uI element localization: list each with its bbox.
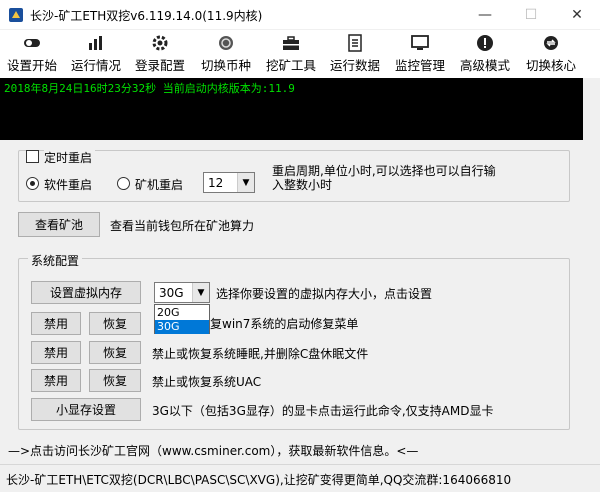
dropdown-option-20g[interactable]: 20G <box>155 306 209 320</box>
sleep-description: 禁止或恢复系统睡眠,并删除C盘休眠文件 <box>152 347 369 361</box>
restart-hours-select[interactable]: 12 ▼ <box>203 172 255 193</box>
toolbar-tools-button[interactable]: 挖矿工具 <box>261 31 321 77</box>
machine-restart-radio[interactable] <box>117 177 130 190</box>
timer-restart-label: 定时重启 <box>44 149 96 166</box>
chevron-down-icon: ▼ <box>192 283 209 302</box>
restart-hours-value: 12 <box>208 176 224 190</box>
restore-sleep-button[interactable]: 恢复 <box>89 341 141 364</box>
toolbar: 设置开始 运行情况 登录配置 切换币种 挖矿工具 运行数据 监控管理 高级模式 … <box>0 31 600 77</box>
disable-uac-button[interactable]: 禁用 <box>31 369 81 392</box>
virtual-memory-select[interactable]: 30G ▼ <box>154 282 210 303</box>
console-line: 2018年8月24日16时23分32秒 当前启动内核版本为:11.9 <box>4 82 295 95</box>
status-bar: 长沙-矿工ETH\ETC双挖(DCR\LBC\PASC\SC\XVG),让挖矿变… <box>0 464 600 492</box>
startup-repair-description: 复win7系统的启动修复菜单 <box>210 317 359 331</box>
maximize-button[interactable]: ☐ <box>508 0 554 30</box>
gear-icon <box>130 34 190 54</box>
restore-startup-repair-button[interactable]: 恢复 <box>89 312 141 335</box>
virtual-memory-dropdown[interactable]: 20G 30G <box>154 304 210 334</box>
main-panel: 定时重启 软件重启 矿机重启 12 ▼ 重启周期,单位小时,可以选择也可以自行输… <box>0 140 600 464</box>
toolbar-coin-button[interactable]: 切换币种 <box>196 31 256 77</box>
software-restart-label: 软件重启 <box>44 178 93 192</box>
minimize-button[interactable]: — <box>462 0 508 30</box>
virtual-memory-value: 30G <box>159 286 184 300</box>
small-vram-button[interactable]: 小显存设置 <box>31 398 141 421</box>
disable-sleep-button[interactable]: 禁用 <box>31 341 81 364</box>
switch-icon <box>520 34 582 54</box>
toolbar-login-button[interactable]: 登录配置 <box>130 31 190 77</box>
close-button[interactable]: ✕ <box>554 0 600 30</box>
toolbar-advanced-button[interactable]: 高级模式 <box>455 31 515 77</box>
chevron-down-icon: ▼ <box>237 173 254 192</box>
pool-description: 查看当前钱包所在矿池算力 <box>110 219 255 233</box>
document-icon <box>325 34 385 54</box>
disable-startup-repair-button[interactable]: 禁用 <box>31 312 81 335</box>
console-scrollbar[interactable] <box>583 78 600 140</box>
title-bar: 长沙-矿工ETH双挖v6.119.14.0(11.9内核) — ☐ ✕ <box>0 0 600 30</box>
system-config-title: 系统配置 <box>28 252 83 269</box>
dropdown-option-30g[interactable]: 30G <box>155 320 209 334</box>
coin-icon <box>196 34 256 54</box>
alert-icon <box>455 34 515 54</box>
toolbar-core-button[interactable]: 切换核心 <box>520 31 582 77</box>
machine-restart-label: 矿机重启 <box>135 178 184 192</box>
toolbar-monitor-button[interactable]: 监控管理 <box>390 31 450 77</box>
virtual-memory-description: 选择你要设置的虚拟内存大小，点击设置 <box>216 287 433 301</box>
toolbox-icon <box>261 34 321 54</box>
monitor-icon <box>390 34 450 54</box>
bar-chart-icon <box>66 34 126 54</box>
app-logo-icon <box>9 8 23 22</box>
official-site-link[interactable]: —>点击访问长沙矿工官网（www.csminer.com），获取最新软件信息。<… <box>8 442 418 459</box>
set-virtual-memory-button[interactable]: 设置虚拟内存 <box>31 281 141 304</box>
restart-cycle-text-2: 入整数小时 <box>272 178 333 192</box>
small-vram-description: 3G以下（包括3G显存）的显卡点击运行此命令,仅支持AMD显卡 <box>152 404 494 418</box>
window-title: 长沙-矿工ETH双挖v6.119.14.0(11.9内核) <box>30 9 263 23</box>
uac-description: 禁止或恢复系统UAC <box>152 375 262 389</box>
toggle-icon <box>2 34 62 54</box>
restore-uac-button[interactable]: 恢复 <box>89 369 141 392</box>
view-pool-button[interactable]: 查看矿池 <box>18 212 100 237</box>
timer-restart-checkbox[interactable] <box>26 150 39 163</box>
console-log[interactable]: 2018年8月24日16时23分32秒 当前启动内核版本为:11.9 <box>0 78 600 140</box>
toolbar-status-button[interactable]: 运行情况 <box>66 31 126 77</box>
software-restart-radio[interactable] <box>26 177 39 190</box>
toolbar-start-button[interactable]: 设置开始 <box>2 31 62 77</box>
status-text: 长沙-矿工ETH\ETC双挖(DCR\LBC\PASC\SC\XVG),让挖矿变… <box>6 473 512 487</box>
toolbar-data-button[interactable]: 运行数据 <box>325 31 385 77</box>
